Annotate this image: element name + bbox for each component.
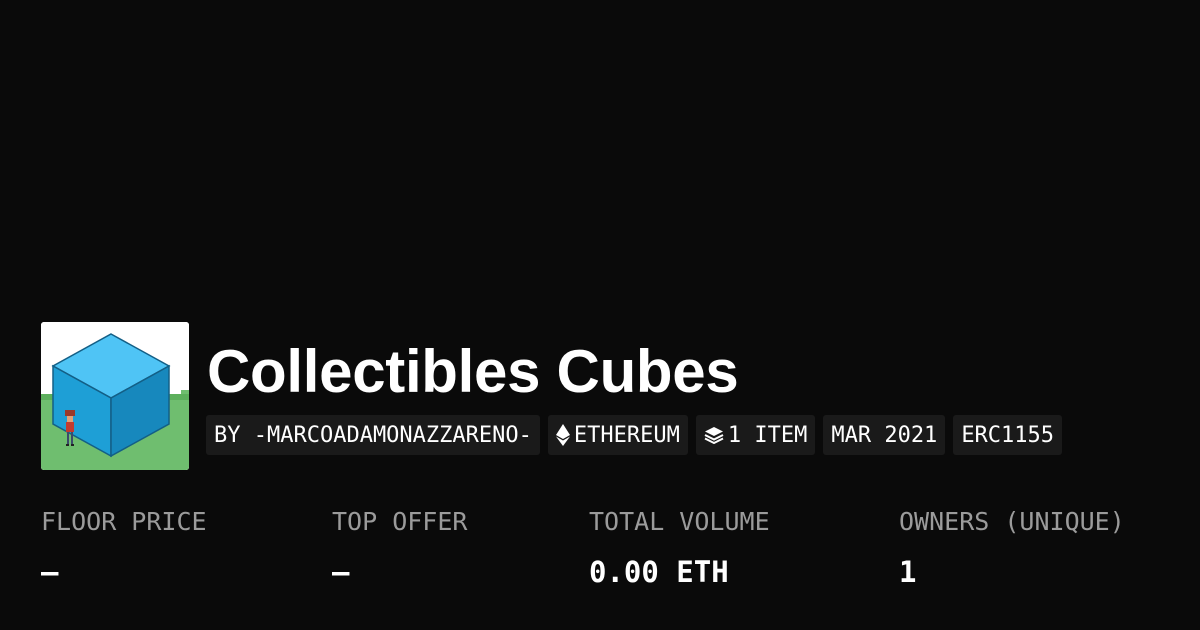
created-date-tag-label: MAR 2021: [831, 422, 938, 448]
stat-value: –: [332, 555, 350, 589]
created-date-tag: MAR 2021: [823, 415, 946, 455]
creator-tag[interactable]: BY -MARCOADAMONAZZARENO-: [206, 415, 540, 455]
stat-top-offer: TOP OFFER –: [332, 504, 467, 590]
creator-tag-label: BY -MARCOADAMONAZZARENO-: [214, 422, 532, 448]
stat-value: 1: [899, 555, 917, 589]
ethereum-icon: [555, 424, 570, 446]
stat-label: TOTAL VOLUME: [589, 507, 770, 536]
token-standard-tag-label: ERC1155: [961, 422, 1055, 448]
collection-avatar: [41, 322, 189, 470]
layers-icon: [704, 426, 724, 444]
stat-label: OWNERS (UNIQUE): [899, 507, 1125, 536]
stat-value: 0.00 ETH: [589, 555, 729, 589]
stat-floor-price: FLOOR PRICE –: [41, 504, 207, 590]
collection-title: Collectibles Cubes: [207, 338, 739, 405]
stat-owners: OWNERS (UNIQUE) 1: [899, 504, 1125, 590]
cube-artwork: [41, 322, 189, 470]
stat-label: TOP OFFER: [332, 507, 468, 536]
stat-total-volume: TOTAL VOLUME 0.00 ETH: [589, 504, 770, 590]
token-standard-tag: ERC1155: [953, 415, 1063, 455]
item-count-tag[interactable]: 1 ITEM: [695, 415, 816, 455]
stat-label: FLOOR PRICE: [41, 507, 207, 536]
item-count-tag-label: 1 ITEM: [727, 422, 808, 448]
collection-tags: BY -MARCOADAMONAZZARENO- ETHEREUM 1 ITEM…: [206, 415, 1063, 455]
stat-value: –: [41, 555, 59, 589]
chain-tag[interactable]: ETHEREUM: [547, 415, 688, 455]
chain-tag-label: ETHEREUM: [573, 422, 680, 448]
